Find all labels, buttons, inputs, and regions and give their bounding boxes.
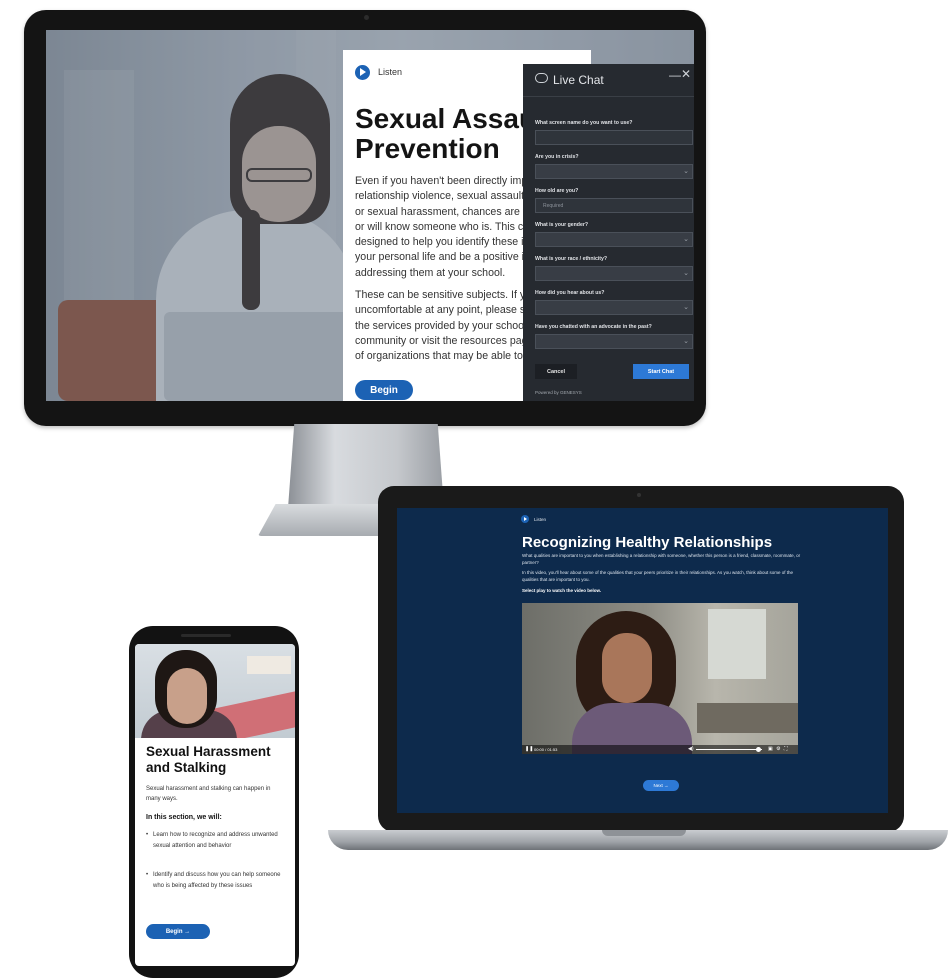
page-title: Recognizing Healthy Relationships: [522, 534, 773, 551]
laptop-notch: [602, 830, 686, 836]
field-label: Have you chatted with an advocate in the…: [535, 324, 652, 330]
screen-name-input[interactable]: [535, 130, 693, 145]
volume-knob[interactable]: [756, 747, 762, 752]
chevron-down-icon: ⌄: [683, 338, 689, 345]
powered-by: Powered by GENESYS: [535, 390, 582, 395]
video-player[interactable]: ❚❚ 00:00 / 01:53 ◀) ▣ ⚙ ⛶: [522, 603, 798, 754]
field-label: What is your gender?: [535, 222, 589, 228]
section-heading: In this section, we will:: [146, 814, 222, 821]
live-chat-panel: Live Chat — ✕ What screen name do you wa…: [523, 64, 694, 401]
video-instruction: Select play to watch the video below.: [522, 588, 602, 593]
bullet: •: [146, 832, 149, 838]
gender-select[interactable]: ⌄: [535, 232, 693, 247]
hero-person-face: [167, 668, 207, 724]
field-label: How old are you?: [535, 188, 579, 194]
listen-control[interactable]: Listen: [521, 515, 546, 523]
field-label: What screen name do you want to use?: [535, 120, 633, 126]
list-item-text: Identify and discuss how you can help so…: [153, 872, 281, 889]
chevron-down-icon: ⌄: [683, 304, 689, 311]
field-label: Are you in crisis?: [535, 154, 579, 160]
list-item-text: Learn how to recognize and address unwan…: [153, 832, 278, 849]
chevron-down-icon: ⌄: [683, 168, 689, 175]
chat-header: Live Chat — ✕: [523, 64, 694, 97]
listen-play-icon[interactable]: [521, 515, 529, 523]
close-icon[interactable]: ✕: [681, 67, 691, 81]
listen-label[interactable]: Listen: [534, 517, 546, 522]
field-label: How did you hear about us?: [535, 290, 605, 296]
age-placeholder: Required: [543, 203, 564, 209]
laptop-camera: [637, 493, 641, 497]
age-input[interactable]: Required: [535, 198, 693, 213]
phone-speaker: [181, 634, 231, 637]
question-paragraph: What qualities are important to you when…: [522, 553, 801, 565]
fullscreen-icon[interactable]: ▣ ⚙ ⛶: [768, 746, 789, 752]
chevron-down-icon: ⌄: [683, 270, 689, 277]
begin-button[interactable]: Begin →: [146, 924, 210, 939]
video-scene-table: [697, 703, 798, 733]
intro-text: Sexual harassment and stalking can happe…: [146, 786, 271, 802]
monitor-screen: Listen Sexual Assault Prevention Even if…: [46, 30, 694, 401]
listen-control[interactable]: Listen: [355, 64, 402, 80]
chat-title: Live Chat: [553, 73, 604, 87]
crisis-select[interactable]: ⌄: [535, 164, 693, 179]
volume-slider[interactable]: [696, 749, 762, 750]
list-item: • Identify and discuss how you can help …: [146, 870, 285, 892]
chat-bubble-icon: [535, 73, 548, 83]
listen-play-icon[interactable]: [355, 64, 370, 80]
monitor-camera: [364, 15, 369, 20]
volume-icon[interactable]: ◀): [688, 746, 694, 752]
video-time: 00:00 / 01:53: [534, 747, 558, 752]
next-button[interactable]: Next →: [643, 780, 679, 791]
hero-sign: [247, 656, 291, 674]
play-icon[interactable]: ❚❚: [525, 746, 533, 752]
referral-select[interactable]: ⌄: [535, 300, 693, 315]
minimize-icon[interactable]: —: [669, 68, 681, 82]
chevron-down-icon: ⌄: [683, 236, 689, 243]
page-title: Sexual Harassment and Stalking: [146, 744, 271, 775]
list-item: • Learn how to recognize and address unw…: [146, 830, 285, 852]
cancel-button[interactable]: Cancel: [535, 364, 577, 379]
phone-screen: Sexual Harassment and Stalking Sexual ha…: [135, 644, 295, 966]
advocate-history-select[interactable]: ⌄: [535, 334, 693, 349]
listen-label[interactable]: Listen: [378, 67, 402, 77]
race-select[interactable]: ⌄: [535, 266, 693, 281]
hero-image: [135, 644, 295, 738]
video-scene-window: [708, 609, 766, 679]
video-speaker-face: [602, 633, 652, 703]
field-label: What is your race / ethnicity?: [535, 256, 608, 262]
video-intro-paragraph: In this video, you'll hear about some of…: [522, 570, 794, 582]
bullet: •: [146, 872, 149, 878]
video-controls: ❚❚ 00:00 / 01:53 ◀) ▣ ⚙ ⛶: [522, 745, 798, 754]
begin-button[interactable]: Begin: [355, 380, 413, 400]
laptop-screen: Listen Recognizing Healthy Relationships…: [397, 508, 888, 813]
start-chat-button[interactable]: Start Chat: [633, 364, 689, 379]
